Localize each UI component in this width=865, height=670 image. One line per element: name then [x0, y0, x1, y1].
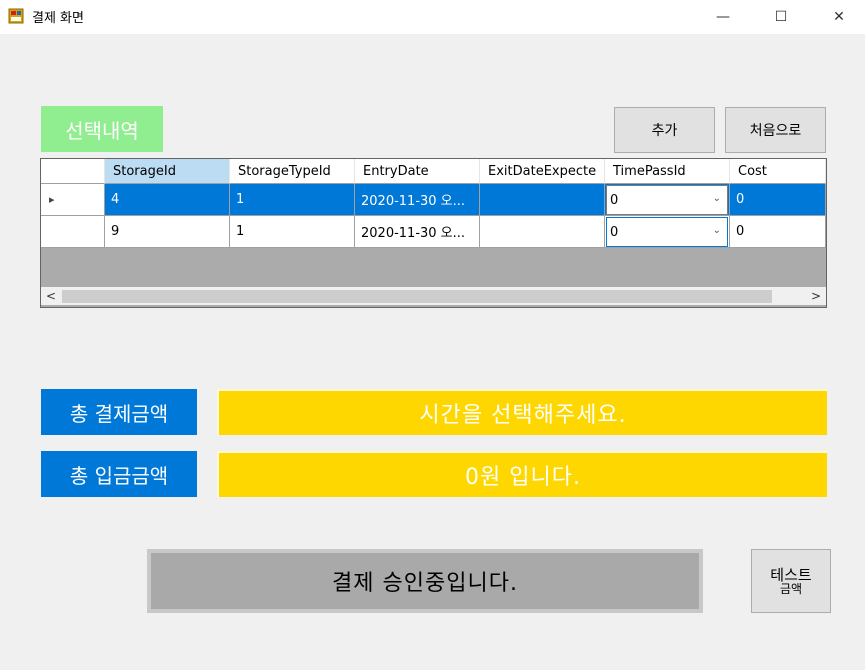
column-header-entry-date[interactable]: EntryDate	[355, 159, 480, 184]
cell-entry-date[interactable]: 2020-11-30 오...	[355, 184, 480, 216]
cell-cost[interactable]: 0	[730, 184, 826, 216]
cell-cost[interactable]: 0	[730, 216, 826, 248]
cell-time-pass-id[interactable]: 0 ⌄	[605, 184, 730, 216]
cell-storage-id[interactable]: 4	[105, 184, 230, 216]
close-button[interactable]: ✕	[816, 0, 862, 34]
time-pass-value: 0	[610, 192, 619, 208]
column-header-exit-date-expected[interactable]: ExitDateExpecte	[480, 159, 605, 184]
selection-label: 선택내역	[41, 106, 163, 152]
test-button-line2: 금액	[779, 581, 803, 596]
total-deposit-value: 0원 입니다.	[217, 451, 827, 497]
window-title: 결제 화면	[32, 11, 84, 26]
app-form-icon	[8, 8, 24, 24]
time-pass-dropdown[interactable]: 0 ⌄	[606, 217, 728, 247]
cell-exit-date[interactable]	[480, 184, 605, 216]
scroll-right-icon[interactable]: >	[806, 287, 826, 305]
grid-header-row: StorageId StorageTypeId EntryDate ExitDa…	[41, 159, 826, 184]
column-header-storage-id[interactable]: StorageId	[105, 159, 230, 184]
cell-storage-type-id[interactable]: 1	[230, 184, 355, 216]
chevron-down-icon: ⌄	[712, 225, 721, 236]
total-payment-label: 총 결제금액	[41, 389, 197, 435]
current-row-indicator-icon: ▸	[49, 193, 55, 206]
storage-grid[interactable]: StorageId StorageTypeId EntryDate ExitDa…	[40, 158, 827, 308]
column-header-storage-type-id[interactable]: StorageTypeId	[230, 159, 355, 184]
title-bar: 결제 화면 — ☐ ✕	[0, 0, 865, 34]
row-header[interactable]: ▸	[41, 184, 105, 216]
time-pass-dropdown[interactable]: 0 ⌄	[606, 185, 728, 215]
row-header[interactable]	[41, 216, 105, 248]
cell-entry-date[interactable]: 2020-11-30 오...	[355, 216, 480, 248]
table-row[interactable]: 9 1 2020-11-30 오... 0 ⌄ 0	[41, 216, 826, 248]
maximize-button[interactable]: ☐	[758, 0, 804, 34]
cell-storage-type-id[interactable]: 1	[230, 216, 355, 248]
column-header-cost[interactable]: Cost	[730, 159, 826, 184]
table-row[interactable]: ▸ 4 1 2020-11-30 오... 0 ⌄ 0	[41, 184, 826, 216]
grid-corner-header[interactable]	[41, 159, 105, 184]
time-pass-value: 0	[610, 224, 619, 240]
total-payment-value: 시간을 선택해주세요.	[217, 389, 827, 435]
test-amount-button[interactable]: 테스트 금액	[751, 549, 831, 613]
payment-status-text: 결제 승인중입니다.	[147, 549, 703, 613]
cell-exit-date[interactable]	[480, 216, 605, 248]
scrollbar-thumb[interactable]	[62, 290, 772, 303]
add-button[interactable]: 추가	[614, 107, 715, 153]
scroll-left-icon[interactable]: <	[41, 287, 61, 305]
cell-storage-id[interactable]: 9	[105, 216, 230, 248]
column-header-time-pass-id[interactable]: TimePassId	[605, 159, 730, 184]
total-deposit-label: 총 입금금액	[41, 451, 197, 497]
home-button[interactable]: 처음으로	[725, 107, 826, 153]
cell-time-pass-id[interactable]: 0 ⌄	[605, 216, 730, 248]
test-button-line1: 테스트	[770, 565, 812, 584]
chevron-down-icon: ⌄	[712, 193, 721, 204]
minimize-button[interactable]: —	[700, 0, 746, 34]
